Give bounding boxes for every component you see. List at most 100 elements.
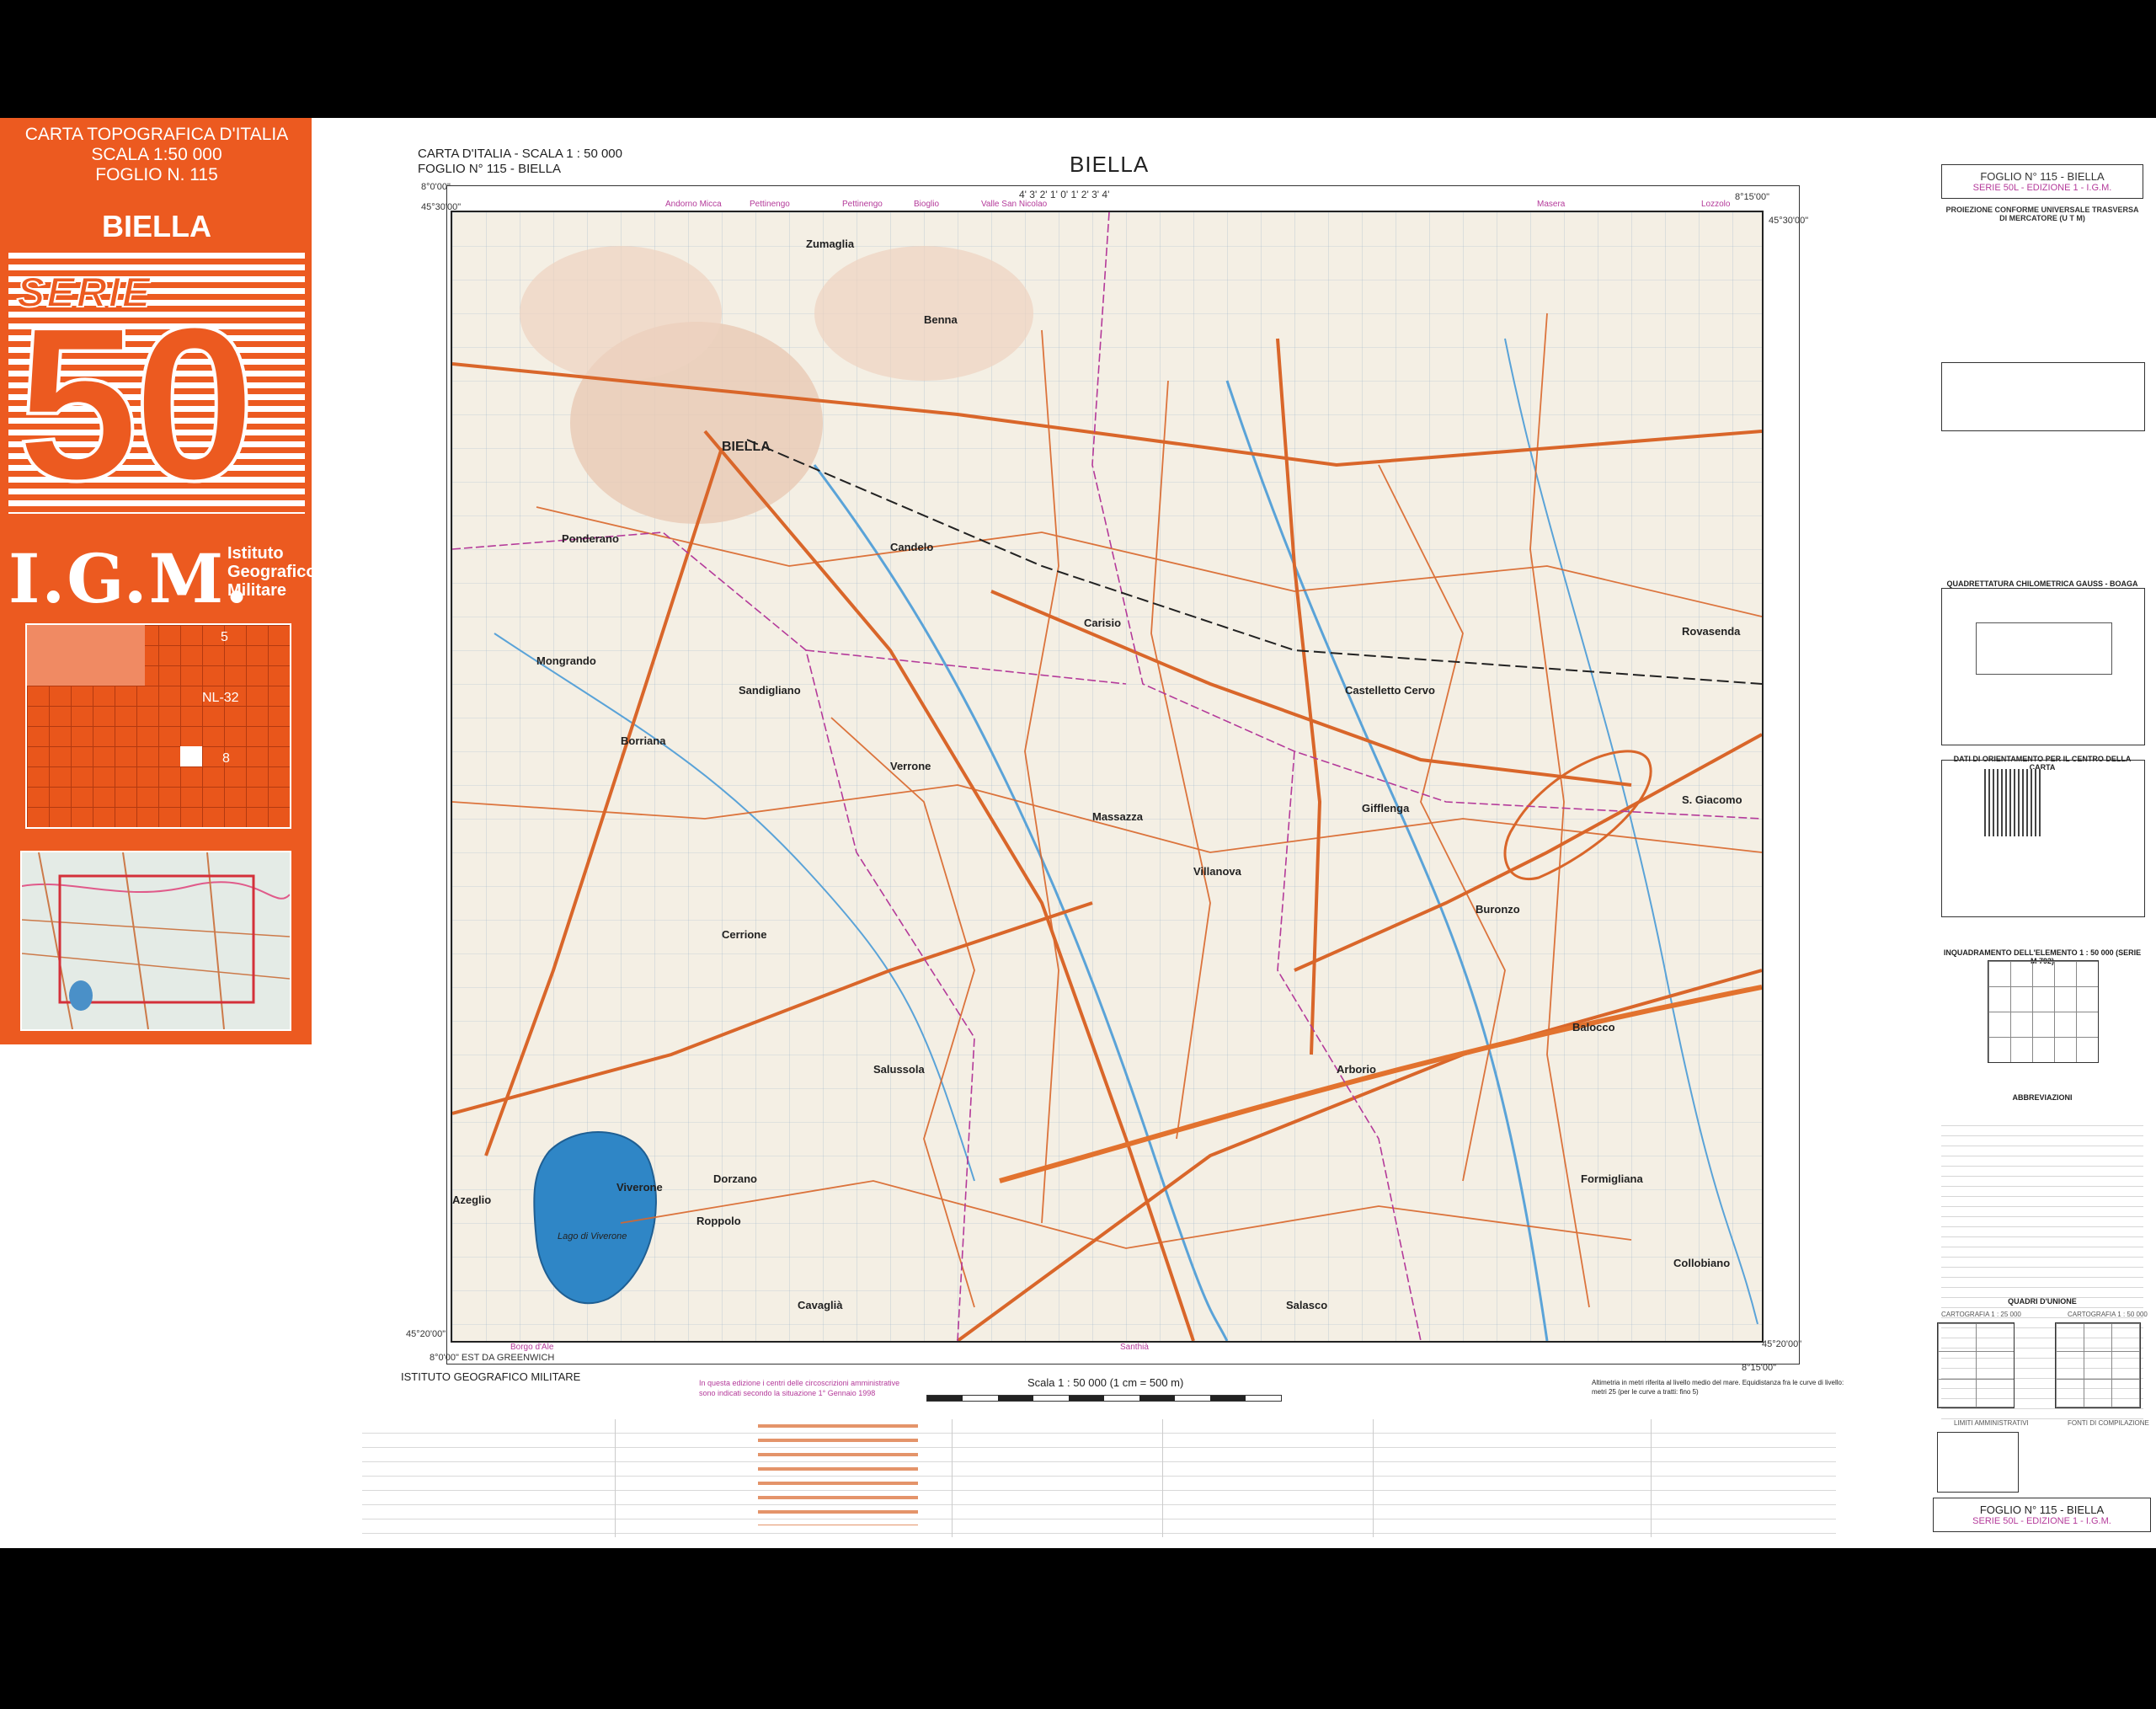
- corner-bl-lat: 45°20'00": [406, 1329, 446, 1339]
- institute-line-1: Istituto: [227, 544, 284, 563]
- legend-divider: [615, 1419, 616, 1537]
- place-label: Candelo: [890, 541, 934, 553]
- fonti-label: FONTI DI COMPILAZIONE: [2068, 1419, 2149, 1427]
- right-panel-title: FOGLIO N° 115 - BIELLA: [1980, 170, 2105, 183]
- right-panel-title-box: FOGLIO N° 115 - BIELLA SERIE 50L - EDIZI…: [1941, 164, 2143, 199]
- edge-label-top-2: Pettinengo: [750, 200, 790, 209]
- place-label: Benna: [924, 313, 958, 326]
- header-line-1: CARTA D'ITALIA - SCALA 1 : 50 000: [418, 147, 622, 161]
- cover-line-2: SCALA 1:50 000: [91, 145, 222, 164]
- place-label: Verrone: [890, 760, 931, 772]
- place-label: Azeglio: [452, 1194, 492, 1206]
- geodetic-notes-box: [1941, 362, 2145, 431]
- cover-line-1: CARTA TOPOGRAFICA D'ITALIA: [24, 125, 289, 144]
- limiti-label: LIMITI AMMINISTRATIVI: [1954, 1419, 2029, 1427]
- index-grid-inset: [27, 625, 145, 686]
- corner-bl-lon: 8°0'00" EST DA GREENWICH: [430, 1353, 555, 1363]
- place-label: Rovasenda: [1682, 625, 1741, 638]
- place-label: Massazza: [1092, 810, 1143, 823]
- place-label: Gifflenga: [1362, 802, 1410, 814]
- place-label: Buronzo: [1476, 903, 1520, 916]
- map-graphic: [452, 212, 1762, 1341]
- orientation-diagram: [1984, 769, 2043, 836]
- serie-number: 50: [15, 282, 257, 526]
- cover-city: BIELLA: [102, 209, 211, 243]
- place-label: BIELLA: [722, 440, 771, 454]
- index-label-nl32: NL-32: [202, 691, 239, 705]
- map-sheet: CARTA TOPOGRAFICA D'ITALIA SCALA 1:50 00…: [0, 118, 2156, 1548]
- header-line-2: FOGLIO N° 115 - BIELLA: [418, 162, 561, 176]
- place-label: Viverone: [616, 1181, 663, 1194]
- place-label: Zumaglia: [806, 238, 855, 250]
- sheet-index-grid: 5 NL-32 8: [25, 623, 291, 829]
- place-label: Salussola: [873, 1063, 925, 1076]
- inquadramento-grid: [1988, 960, 2099, 1063]
- corner-tr-lat: 45°30'00": [1769, 216, 1809, 226]
- map-legend: [362, 1419, 1836, 1537]
- place-label: Borriana: [621, 734, 666, 747]
- place-label: Roppolo: [696, 1215, 741, 1227]
- place-label: S. Giacomo: [1682, 793, 1742, 806]
- projection-heading: PROIEZIONE CONFORME UNIVERSALE TRASVERSA…: [1945, 206, 2139, 222]
- bottom-subtitle: SERIE 50L - EDIZIONE 1 - I.G.M.: [1972, 1516, 2111, 1526]
- legend-divider: [1651, 1419, 1652, 1537]
- place-label: Castelletto Cervo: [1345, 684, 1435, 697]
- carto-25-label: CARTOGRAFIA 1 : 25 000: [1941, 1311, 2021, 1318]
- map-title: BIELLA: [1070, 152, 1150, 177]
- place-label: Villanova: [1193, 865, 1241, 878]
- place-label: Sandigliano: [739, 684, 801, 697]
- quadri-25-grid: [1937, 1322, 2015, 1408]
- legend-divider: [1162, 1419, 1163, 1537]
- quadri-50-grid: [2055, 1322, 2141, 1408]
- institute-name: Istituto Geografico Militare: [227, 544, 317, 600]
- footer-scale: Scala 1 : 50 000 (1 cm = 500 m): [1027, 1376, 1184, 1389]
- cover-header: CARTA TOPOGRAFICA D'ITALIA SCALA 1:50 00…: [8, 125, 305, 185]
- legend-road-symbols: [758, 1424, 918, 1525]
- location-map-graphic: [22, 852, 290, 1029]
- place-label: Ponderano: [562, 532, 619, 545]
- cover-panel: CARTA TOPOGRAFICA D'ITALIA SCALA 1:50 00…: [0, 118, 317, 1044]
- place-label: Dorzano: [713, 1172, 757, 1185]
- place-label: Mongrando: [536, 654, 596, 667]
- igm-logo: I.G.M.: [8, 539, 250, 618]
- corner-tr-lon: 8°15'00": [1735, 192, 1769, 202]
- corner-br-lat: 45°20'00": [1762, 1339, 1802, 1349]
- institute-line-2: Geografico: [227, 563, 317, 581]
- quadri-unione-heading: QUADRI D'UNIONE: [2008, 1297, 2077, 1306]
- right-info-panel: FOGLIO N° 115 - BIELLA SERIE 50L - EDIZI…: [1941, 164, 2143, 222]
- bottom-title: FOGLIO N° 115 - BIELLA: [1979, 1503, 2105, 1516]
- abbreviations-heading: ABBREVIAZIONI: [2012, 1093, 2073, 1102]
- edge-label-bottom-1: Borgo d'Ale: [510, 1343, 554, 1352]
- place-label: Cerrione: [722, 928, 767, 941]
- legend-divider: [952, 1419, 953, 1537]
- location-map: [20, 851, 291, 1031]
- place-label: Arborio: [1337, 1063, 1376, 1076]
- right-panel-subtitle: SERIE 50L - EDIZIONE 1 - I.G.M.: [1972, 183, 2112, 193]
- institute-line-3: Militare: [227, 581, 287, 600]
- edge-label-top-4: Bioglio: [914, 200, 940, 209]
- footer-institute: ISTITUTO GEOGRAFICO MILITARE: [401, 1370, 581, 1383]
- corner-br-lon: 8°15'00": [1742, 1363, 1776, 1373]
- edge-label-top-1: Andorno Micca: [665, 200, 722, 209]
- footer-note: In questa edizione i centri delle circos…: [699, 1379, 900, 1397]
- gauss-boaga-table: [1976, 622, 2112, 675]
- top-minute-scale: 4' 3' 2' 1' 0' 1' 2' 3' 4': [1019, 189, 1110, 200]
- right-panel-bottom-box: FOGLIO N° 115 - BIELLA SERIE 50L - EDIZI…: [1933, 1498, 2151, 1532]
- place-label: Balocco: [1572, 1021, 1615, 1033]
- place-label: Formigliana: [1581, 1172, 1643, 1185]
- edge-label-top-7: Lozzolo: [1701, 200, 1731, 209]
- place-label: Collobiano: [1673, 1257, 1731, 1269]
- place-label: Salasco: [1286, 1299, 1328, 1311]
- index-current-sheet: [180, 746, 202, 766]
- topographic-map[interactable]: BIELLA Mongrando Candelo Sandigliano Cer…: [451, 211, 1764, 1343]
- legend-divider: [1373, 1419, 1374, 1537]
- map-header-left: CARTA D'ITALIA - SCALA 1 : 50 000 FOGLIO…: [418, 147, 622, 177]
- carto-50-label: CARTOGRAFIA 1 : 50 000: [2068, 1311, 2148, 1318]
- cover-line-3: FOGLIO N. 115: [95, 165, 218, 184]
- index-label-5: 5: [221, 630, 228, 644]
- edge-label-top-6: Masera: [1537, 200, 1566, 209]
- place-label: Carisio: [1084, 617, 1122, 629]
- gauss-boaga-heading: QUADRETTATURA CHILOMETRICA GAUSS - BOAGA: [1946, 579, 2138, 588]
- gauss-boaga-box: [1941, 588, 2145, 745]
- place-label: Cavaglià: [798, 1299, 843, 1311]
